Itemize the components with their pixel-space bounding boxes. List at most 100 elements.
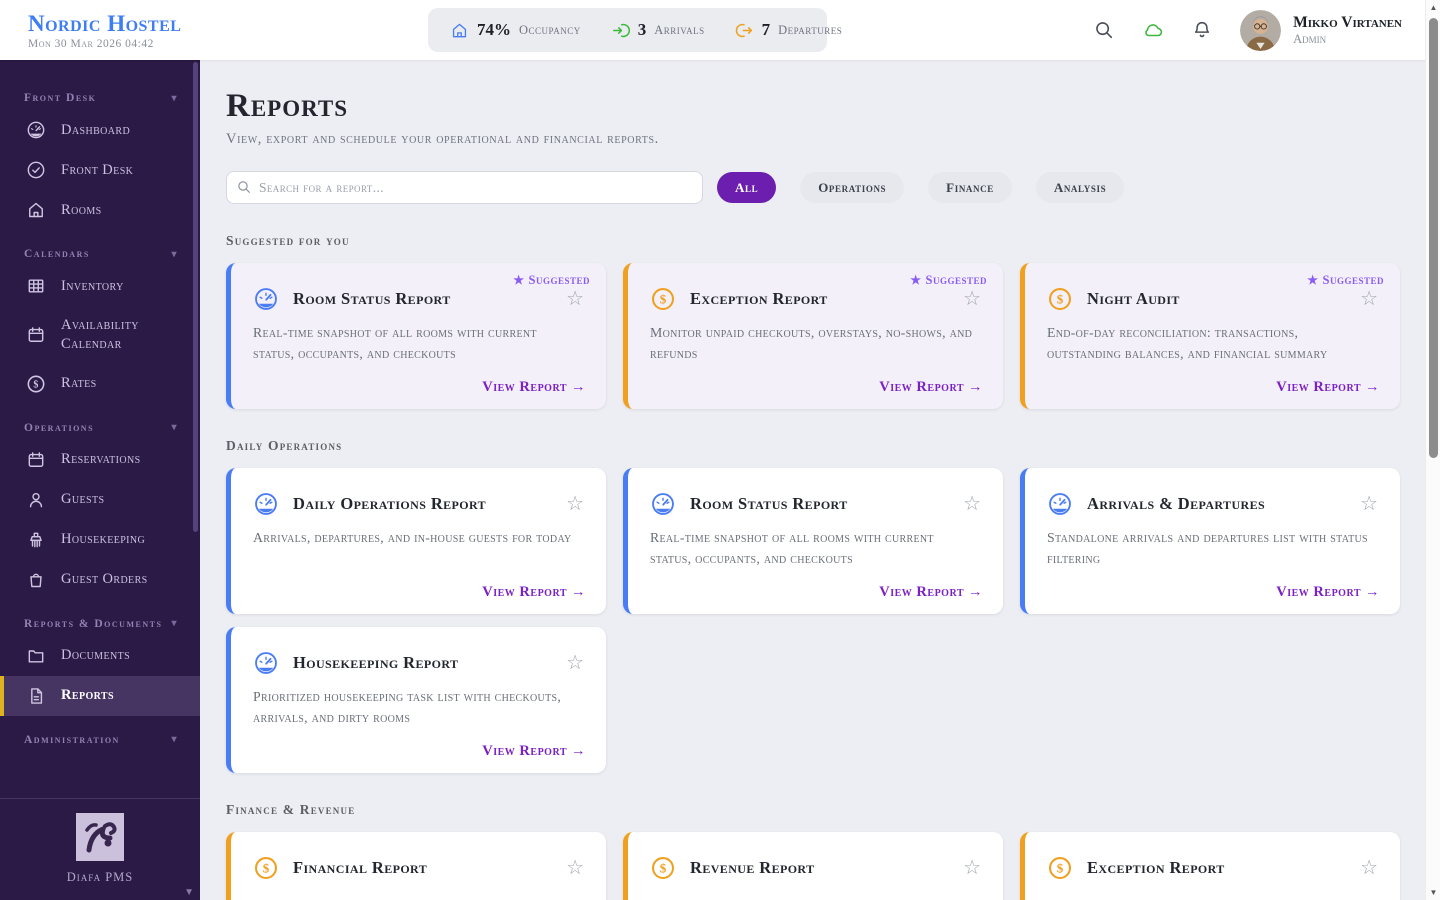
favorite-star-icon[interactable]: ☆ xyxy=(961,289,983,309)
section-title-finance-revenue: Finance & Revenue xyxy=(226,802,356,817)
card-header: Room Status Report ☆ xyxy=(650,491,983,517)
sidebar-item-front-desk[interactable]: Front Desk xyxy=(0,150,200,190)
header-datetime: Mon 30 Mar 2026 04:42 xyxy=(28,37,154,50)
sidebar-item-rates[interactable]: $ Rates xyxy=(0,364,200,404)
sidebar-section-label: Operations xyxy=(24,421,95,434)
favorite-star-icon[interactable]: ☆ xyxy=(564,858,586,878)
chevron-down-icon: ▾ xyxy=(171,618,178,630)
report-search-input[interactable] xyxy=(226,171,703,204)
sidebar-section-reports-documents[interactable]: Reports & Documents ▾ xyxy=(0,608,200,636)
card-title: Room Status Report xyxy=(690,494,848,513)
calendar-icon xyxy=(26,325,46,345)
suggested-badge-label: Suggested xyxy=(925,273,987,287)
card-description: Real-time snapshot of all rooms with cur… xyxy=(253,325,537,361)
sidebar-scroll-down-icon[interactable]: ▼ xyxy=(184,887,194,898)
sidebar-item-rooms[interactable]: Rooms xyxy=(0,190,200,230)
chevron-down-icon: ▾ xyxy=(171,92,178,104)
scroll-down-icon[interactable]: ▼ xyxy=(1426,888,1440,897)
report-card-financial-report: $Financial Report☆View Report→ xyxy=(226,832,606,900)
card-title: Room Status Report xyxy=(293,289,451,308)
view-report-link[interactable]: View Report → xyxy=(482,743,586,760)
svg-text:$: $ xyxy=(1057,292,1064,307)
favorite-star-icon[interactable]: ☆ xyxy=(961,494,983,514)
cloud-sync-icon[interactable] xyxy=(1142,19,1164,41)
dollar-circle-icon: $ xyxy=(1047,286,1073,312)
card-title: Revenue Report xyxy=(690,858,815,877)
view-report-link[interactable]: View Report → xyxy=(482,379,586,396)
svg-text:$: $ xyxy=(1057,861,1064,876)
sidebar-item-housekeeping[interactable]: Housekeeping xyxy=(0,520,200,560)
page-scrollbar-thumb[interactable] xyxy=(1429,18,1438,458)
sidebar-item-guests[interactable]: Guests xyxy=(0,480,200,520)
main-content: Reports View, export and schedule your o… xyxy=(200,60,1425,900)
suggested-badge-label: Suggested xyxy=(1322,273,1384,287)
view-report-link[interactable]: View Report → xyxy=(482,584,586,601)
card-header: Housekeeping Report ☆ xyxy=(253,650,586,676)
sidebar-item-documents[interactable]: Documents xyxy=(0,636,200,676)
header-actions: Mikko Virtanen Admin xyxy=(1093,0,1402,60)
favorite-star-icon[interactable]: ☆ xyxy=(1358,494,1380,514)
svg-text:$: $ xyxy=(33,379,38,390)
card-description xyxy=(1047,892,1380,900)
user-menu[interactable]: Mikko Virtanen Admin xyxy=(1240,9,1402,51)
scroll-up-icon[interactable]: ▲ xyxy=(1426,3,1440,12)
report-search xyxy=(226,171,703,204)
sidebar-item-dashboard[interactable]: Dashboard xyxy=(0,110,200,150)
gauge-icon xyxy=(26,120,46,140)
bell-icon[interactable] xyxy=(1191,19,1213,41)
favorite-star-icon[interactable]: ☆ xyxy=(1358,289,1380,309)
arrow-right-icon: → xyxy=(571,379,586,395)
favorite-star-icon[interactable]: ☆ xyxy=(961,858,983,878)
sidebar-section-calendars[interactable]: Calendars ▾ xyxy=(0,238,200,266)
arrow-right-icon: → xyxy=(571,743,586,759)
arrow-right-icon: → xyxy=(1365,584,1380,600)
dollar-circle-icon: $ xyxy=(650,855,676,881)
section-title-suggested-for-you: Suggested for you xyxy=(226,233,350,248)
card-description: Real-time snapshot of all rooms with cur… xyxy=(650,530,934,566)
card-header: Room Status Report ☆ xyxy=(253,286,586,312)
favorite-star-icon[interactable]: ☆ xyxy=(1358,858,1380,878)
suggested-badge: ★ Suggested xyxy=(1307,273,1384,288)
sidebar-item-availability-calendar[interactable]: Availability Calendar xyxy=(0,306,200,364)
sidebar: Front Desk ▾ Dashboard Front Desk Rooms Calen… xyxy=(0,60,200,900)
favorite-star-icon[interactable]: ☆ xyxy=(564,289,586,309)
sidebar-section-label: Front Desk xyxy=(24,92,97,104)
view-report-link[interactable]: View Report → xyxy=(879,379,983,396)
sidebar-section-front-desk[interactable]: Front Desk ▾ xyxy=(0,82,200,110)
card-header: $ Exception Report ☆ xyxy=(650,286,983,312)
sidebar-scrollbar-thumb[interactable] xyxy=(193,62,198,532)
filter-pill-analysis[interactable]: Analysis xyxy=(1035,172,1125,203)
view-report-label: View Report xyxy=(1276,379,1361,395)
sidebar-section-administration[interactable]: Administration ▾ xyxy=(0,724,200,752)
sidebar-item-label: Guest Orders xyxy=(61,571,148,588)
filter-pill-finance[interactable]: Finance xyxy=(928,172,1012,203)
report-card-exception-report: ★ Suggested $ Exception Report ☆ Monitor unpa… xyxy=(623,263,1003,409)
dollar-circle-icon: $ xyxy=(253,855,279,881)
favorite-star-icon[interactable]: ☆ xyxy=(564,653,586,673)
search-icon[interactable] xyxy=(1093,19,1115,41)
card-header: $ Exception Report ☆ xyxy=(1047,855,1380,881)
arrow-right-icon: → xyxy=(968,379,983,395)
view-report-link[interactable]: View Report → xyxy=(1276,584,1380,601)
sidebar-item-reservations[interactable]: Reservations xyxy=(0,440,200,480)
reports-toolbar: All Operations Finance Analysis xyxy=(226,171,1401,204)
filter-pill-operations[interactable]: Operations xyxy=(800,172,905,203)
card-header: $ Night Audit ☆ xyxy=(1047,286,1380,312)
sidebar-item-guest-orders[interactable]: Guest Orders xyxy=(0,560,200,600)
chevron-down-icon: ▾ xyxy=(171,248,178,260)
grid-icon xyxy=(26,276,46,296)
filter-pill-all[interactable]: All xyxy=(717,172,777,203)
card-title: Housekeeping Report xyxy=(293,653,459,672)
view-report-link[interactable]: View Report → xyxy=(879,584,983,601)
file-icon xyxy=(26,686,46,706)
calendar-icon xyxy=(26,450,46,470)
sidebar-item-reports[interactable]: Reports xyxy=(0,675,200,716)
card-header: Daily Operations Report ☆ xyxy=(253,491,586,517)
favorite-star-icon[interactable]: ☆ xyxy=(564,494,586,514)
sidebar-section-operations[interactable]: Operations ▾ xyxy=(0,412,200,440)
user-name: Mikko Virtanen xyxy=(1293,13,1402,31)
suggested-badge: ★ Suggested xyxy=(513,273,590,288)
page-scrollbar[interactable]: ▲ ▼ xyxy=(1425,0,1440,900)
sidebar-item-inventory[interactable]: Inventory xyxy=(0,266,200,306)
view-report-link[interactable]: View Report → xyxy=(1276,379,1380,396)
